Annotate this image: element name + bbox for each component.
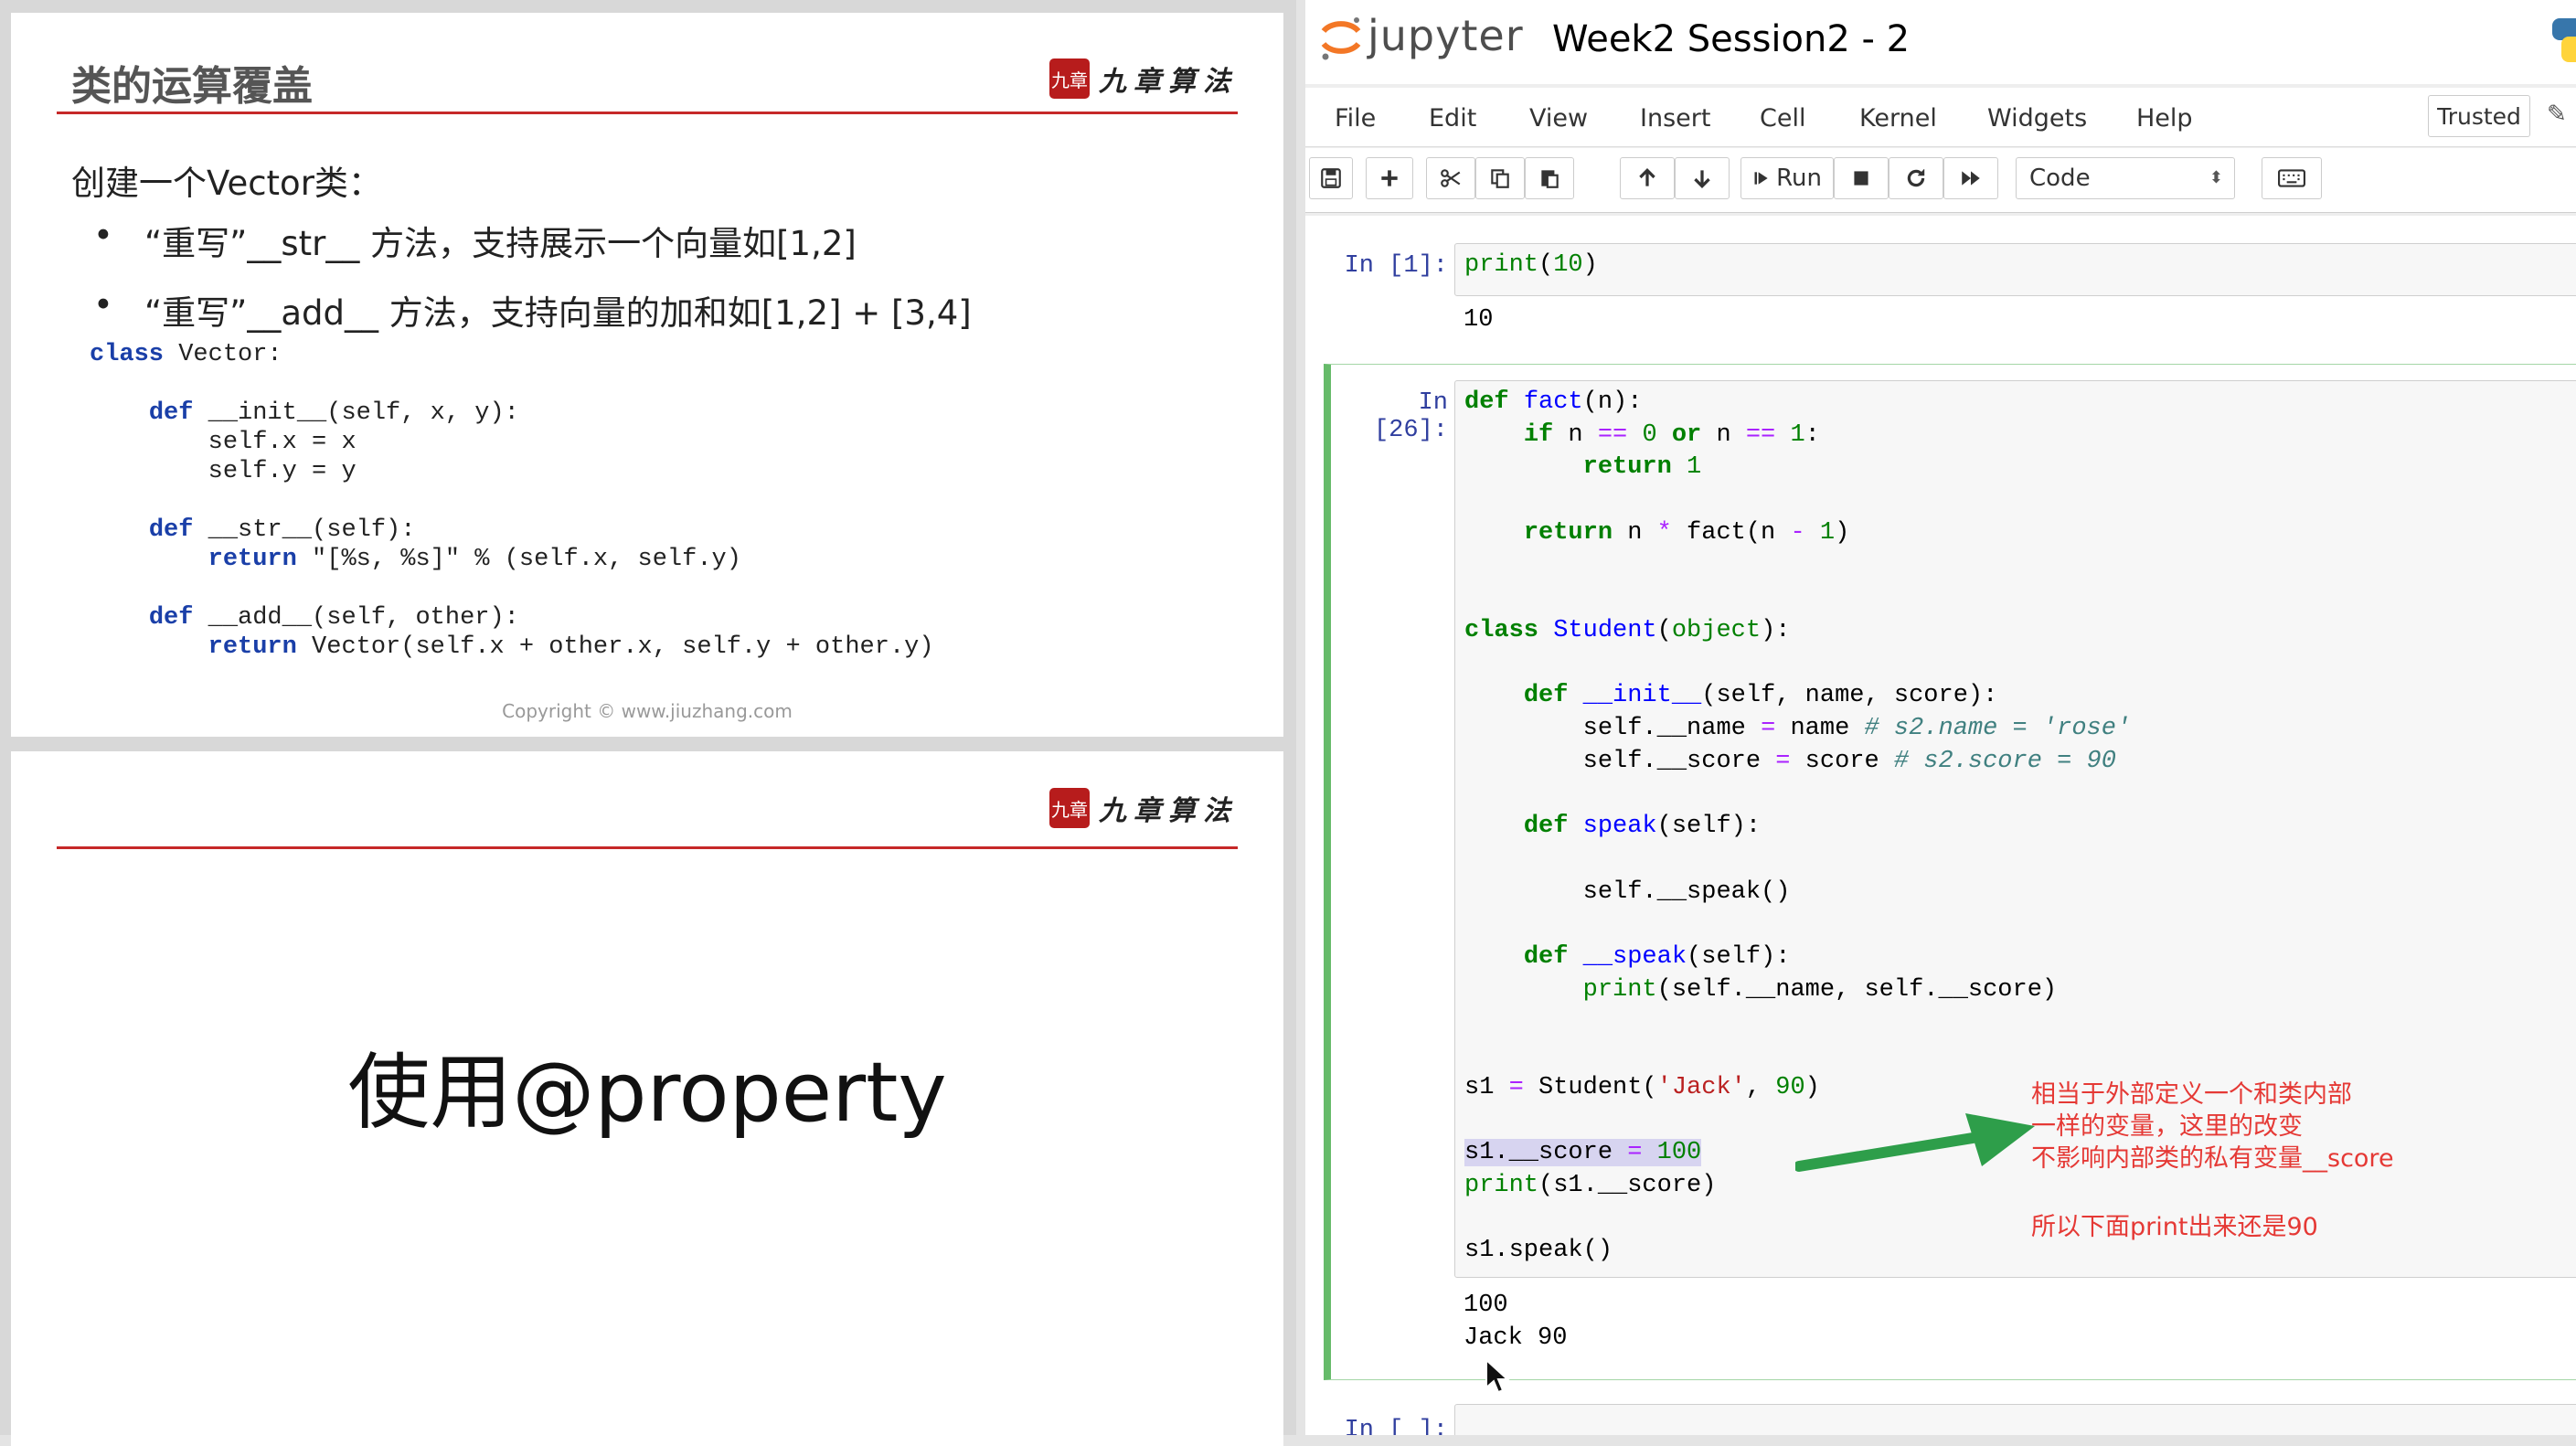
slide-property: 九章 九章算法 使用@property [11, 751, 1283, 1446]
python-logo-icon [2552, 18, 2576, 62]
annotation-arrow-icon [1795, 1113, 2035, 1172]
cell-output: 100 Jack 90 [1464, 1292, 1568, 1352]
bullet-list: “重写”__str__ 方法，支持展示一个向量如[1,2] “重写”__add_… [93, 216, 972, 355]
move-up-button[interactable] [1620, 157, 1675, 199]
save-button[interactable] [1309, 157, 1353, 199]
select-arrows-icon: ⬍ [2209, 168, 2223, 187]
annotation-note: 所以下面print出来还是90 [2031, 1213, 2318, 1241]
title-divider [57, 112, 1238, 114]
jupyter-header: jupyter Week2 Session2 - 2 [1305, 0, 2576, 84]
clipboard-icon [1541, 170, 1559, 188]
notebook-area: In [1]: print(10) 10 In [26]: def fact(n… [1305, 216, 2576, 1435]
menu-widgets[interactable]: Widgets [1987, 104, 2087, 133]
seal-icon: 九章 [1049, 58, 1090, 99]
input-prompt: In [ ]: [1344, 1417, 1448, 1435]
menu-cell[interactable]: Cell [1760, 104, 1805, 133]
plus-icon [1381, 170, 1398, 186]
code-cell-selected[interactable]: In [26]: def fact(n): if n == 0 or n == … [1338, 375, 2576, 1380]
jiuzhang-logo: 九章 九章算法 [1049, 58, 1238, 99]
code-input[interactable] [1454, 1404, 2576, 1435]
menu-insert[interactable]: Insert [1640, 104, 1710, 133]
menu-file[interactable]: File [1335, 104, 1376, 133]
restart-run-all-button[interactable] [1943, 157, 1998, 199]
mouse-cursor-icon [1485, 1358, 1510, 1394]
toolbar: Run Code ⬍ [1305, 148, 2576, 213]
run-label: Run [1776, 165, 1822, 192]
move-down-button[interactable] [1675, 157, 1730, 199]
copy-button[interactable] [1475, 157, 1525, 199]
refresh-icon [1907, 169, 1925, 187]
slide-vector: 类的运算覆盖 九章 九章算法 创建一个Vector类： “重写”__str__ … [11, 13, 1283, 737]
bullet-item: “重写”__add__ 方法，支持向量的加和如[1,2] + [3,4] [93, 285, 972, 335]
code-cell[interactable]: In [1]: print(10) 10 [1338, 238, 2576, 356]
cell-output: 10 [1464, 306, 1494, 334]
floppy-disk-icon [1321, 168, 1341, 188]
slide-code-block: class Vector: def __init__(self, x, y): … [90, 341, 934, 661]
menu-bar: File Edit View Insert Cell Kernel Widget… [1305, 88, 2576, 147]
restart-kernel-button[interactable] [1889, 157, 1943, 199]
menu-edit[interactable]: Edit [1429, 104, 1476, 133]
jupyter-logo-icon[interactable] [1316, 13, 1366, 62]
menu-help[interactable]: Help [2136, 104, 2193, 133]
input-prompt: In [26]: [1373, 389, 1448, 444]
jupyter-brand[interactable]: jupyter [1368, 11, 1524, 60]
arrow-up-icon [1639, 168, 1655, 186]
cut-button[interactable] [1426, 157, 1475, 199]
slide-intro: 创建一个Vector类： [71, 164, 382, 203]
bullet-item: “重写”__str__ 方法，支持展示一个向量如[1,2] [93, 216, 972, 265]
command-palette-button[interactable] [2262, 157, 2322, 199]
copyright: Copyright © www.jiuzhang.com [502, 700, 793, 722]
edit-pencil-icon[interactable]: ✎ [2547, 101, 2567, 128]
jupyter-window: jupyter Week2 Session2 - 2 File Edit Vie… [1305, 0, 2576, 1435]
keyboard-icon [2278, 169, 2305, 187]
cell-type-select[interactable]: Code ⬍ [2016, 157, 2235, 199]
scissors-icon [1441, 169, 1461, 187]
jiuzhang-logo: 九章 九章算法 [1049, 788, 1238, 828]
slide-panel: 类的运算覆盖 九章 九章算法 创建一个Vector类： “重写”__str__ … [0, 0, 1296, 1446]
slide-headline: 使用@property [347, 1045, 947, 1141]
interrupt-kernel-button[interactable] [1834, 157, 1889, 199]
input-prompt: In [1]: [1344, 252, 1448, 280]
code-cell[interactable]: In [ ]: [1338, 1395, 2576, 1435]
arrow-down-icon [1694, 170, 1710, 188]
trusted-badge[interactable]: Trusted [2428, 95, 2530, 137]
paste-button[interactable] [1525, 157, 1574, 199]
stop-icon [1854, 171, 1868, 186]
notebook-title[interactable]: Week2 Session2 - 2 [1552, 18, 1910, 60]
copy-icon [1491, 169, 1509, 188]
menu-kernel[interactable]: Kernel [1859, 104, 1937, 133]
menu-view[interactable]: View [1529, 104, 1588, 133]
code-input[interactable]: print(10) [1454, 243, 2576, 296]
title-divider [57, 846, 1238, 849]
seal-icon: 九章 [1049, 788, 1090, 828]
insert-cell-button[interactable] [1366, 157, 1413, 199]
step-forward-icon [1754, 172, 1768, 185]
annotation-text: 相当于外部定义一个和类内部 一样的变量，这里的改变 不影响内部类的私有变量__s… [2031, 1080, 2394, 1173]
fast-forward-icon [1962, 171, 1980, 186]
run-button[interactable]: Run [1740, 157, 1834, 199]
slide-title: 类的运算覆盖 [71, 63, 313, 110]
